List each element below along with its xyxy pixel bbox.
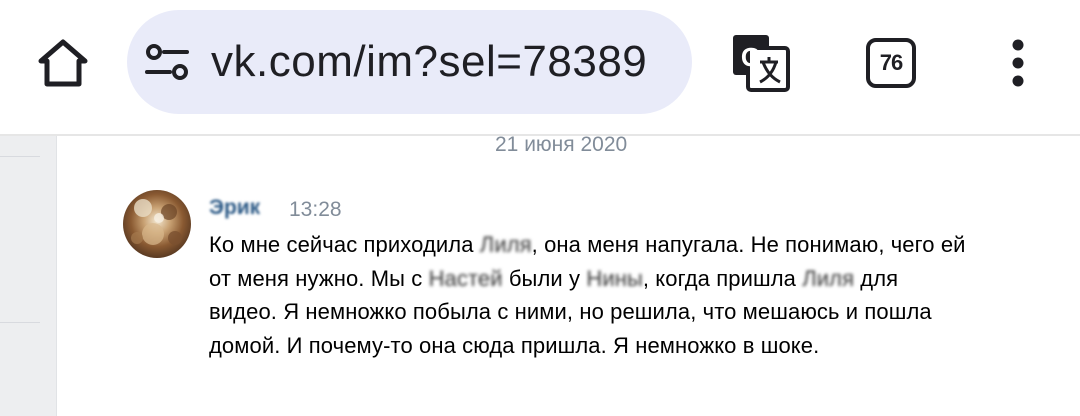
address-bar[interactable]: vk.com/im?sel=78389 [127, 10, 692, 114]
message-text-part: Ко мне сейчас приходила [209, 232, 480, 257]
sidebar-divider [0, 322, 40, 323]
message-text-part: , когда пришла [642, 265, 803, 291]
redacted-name: Лиля [479, 232, 532, 257]
more-vert-icon[interactable] [1000, 38, 1036, 88]
redacted-name: Нины [586, 265, 643, 291]
tab-switcher-icon[interactable]: 76 [866, 38, 916, 88]
avatar[interactable] [123, 190, 191, 258]
chat-panel: 21 июня 2020 Эрик 13:28 Ко мне сейчас пр… [56, 136, 1080, 416]
tune-icon[interactable] [145, 42, 189, 82]
svg-text:G: G [741, 42, 761, 72]
message-time[interactable]: 13:28 [289, 198, 342, 222]
sender-name[interactable]: Эрик [209, 196, 260, 220]
url-text[interactable]: vk.com/im?sel=78389 [211, 34, 647, 90]
redacted-name: Лиля [802, 265, 855, 291]
message-text-part: были у [502, 265, 587, 291]
browser-toolbar: vk.com/im?sel=78389 G 76 [0, 0, 1080, 134]
message-text: Ко мне сейчас приходила Лиля, она меня н… [209, 228, 969, 362]
page-content: 21 июня 2020 Эрик 13:28 Ко мне сейчас пр… [0, 136, 1080, 416]
home-icon [38, 39, 88, 87]
tab-count: 76 [879, 50, 904, 75]
sidebar-divider [0, 156, 40, 157]
redacted-name: Настей [428, 265, 503, 291]
translate-icon[interactable]: G [730, 32, 792, 94]
avatar-image [123, 190, 191, 258]
date-separator: 21 июня 2020 [495, 136, 628, 154]
sidebar-edge [0, 136, 40, 416]
home-button[interactable] [30, 30, 96, 96]
